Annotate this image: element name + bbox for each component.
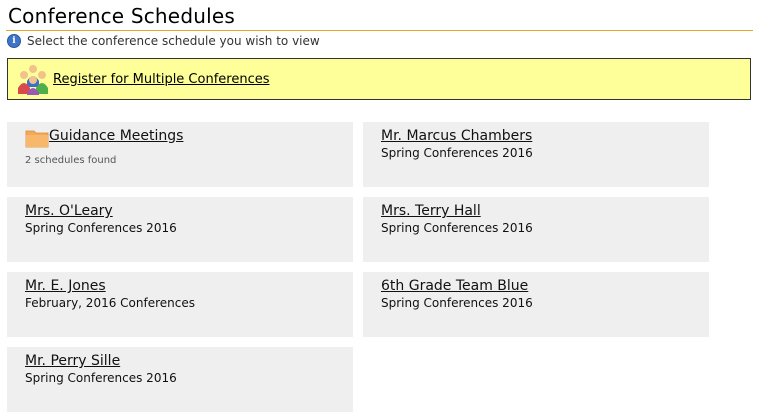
register-banner: Register for Multiple Conferences [7, 58, 751, 100]
info-row: i Select the conference schedule you wis… [7, 33, 320, 49]
schedule-card[interactable]: Mr. Marcus Chambers Spring Conferences 2… [363, 122, 709, 187]
schedule-title[interactable]: Mr. Perry Sille [25, 353, 120, 369]
schedule-title[interactable]: 6th Grade Team Blue [381, 278, 528, 294]
schedule-subtitle: Spring Conferences 2016 [381, 146, 533, 160]
schedule-card[interactable]: 6th Grade Team Blue Spring Conferences 2… [363, 272, 709, 337]
title-divider [6, 30, 753, 31]
schedule-subtitle: Spring Conferences 2016 [381, 221, 533, 235]
people-group-icon [18, 65, 48, 95]
schedule-title[interactable]: Guidance Meetings [49, 128, 183, 144]
schedule-title[interactable]: Mr. E. Jones [25, 278, 106, 294]
info-icon: i [7, 34, 21, 48]
schedule-subtitle: Spring Conferences 2016 [381, 296, 533, 310]
schedule-card[interactable]: Mrs. O'Leary Spring Conferences 2016 [7, 197, 353, 262]
schedule-title[interactable]: Mr. Marcus Chambers [381, 128, 532, 144]
page-title: Conference Schedules [8, 4, 235, 28]
schedule-subtitle: Spring Conferences 2016 [25, 221, 177, 235]
schedule-card[interactable]: Mr. E. Jones February, 2016 Conferences [7, 272, 353, 337]
schedule-subtitle: 2 schedules found [25, 155, 117, 166]
schedule-card[interactable]: Mrs. Terry Hall Spring Conferences 2016 [363, 197, 709, 262]
schedule-title[interactable]: Mrs. O'Leary [25, 203, 113, 219]
schedule-subtitle: Spring Conferences 2016 [25, 371, 177, 385]
register-multiple-link[interactable]: Register for Multiple Conferences [53, 72, 270, 87]
schedule-card-guidance[interactable]: Guidance Meetings 2 schedules found [7, 122, 353, 187]
folder-icon [25, 130, 49, 148]
schedule-card[interactable]: Mr. Perry Sille Spring Conferences 2016 [7, 347, 353, 412]
schedule-subtitle: February, 2016 Conferences [25, 296, 195, 310]
schedule-title[interactable]: Mrs. Terry Hall [381, 203, 481, 219]
info-text: Select the conference schedule you wish … [27, 34, 320, 48]
